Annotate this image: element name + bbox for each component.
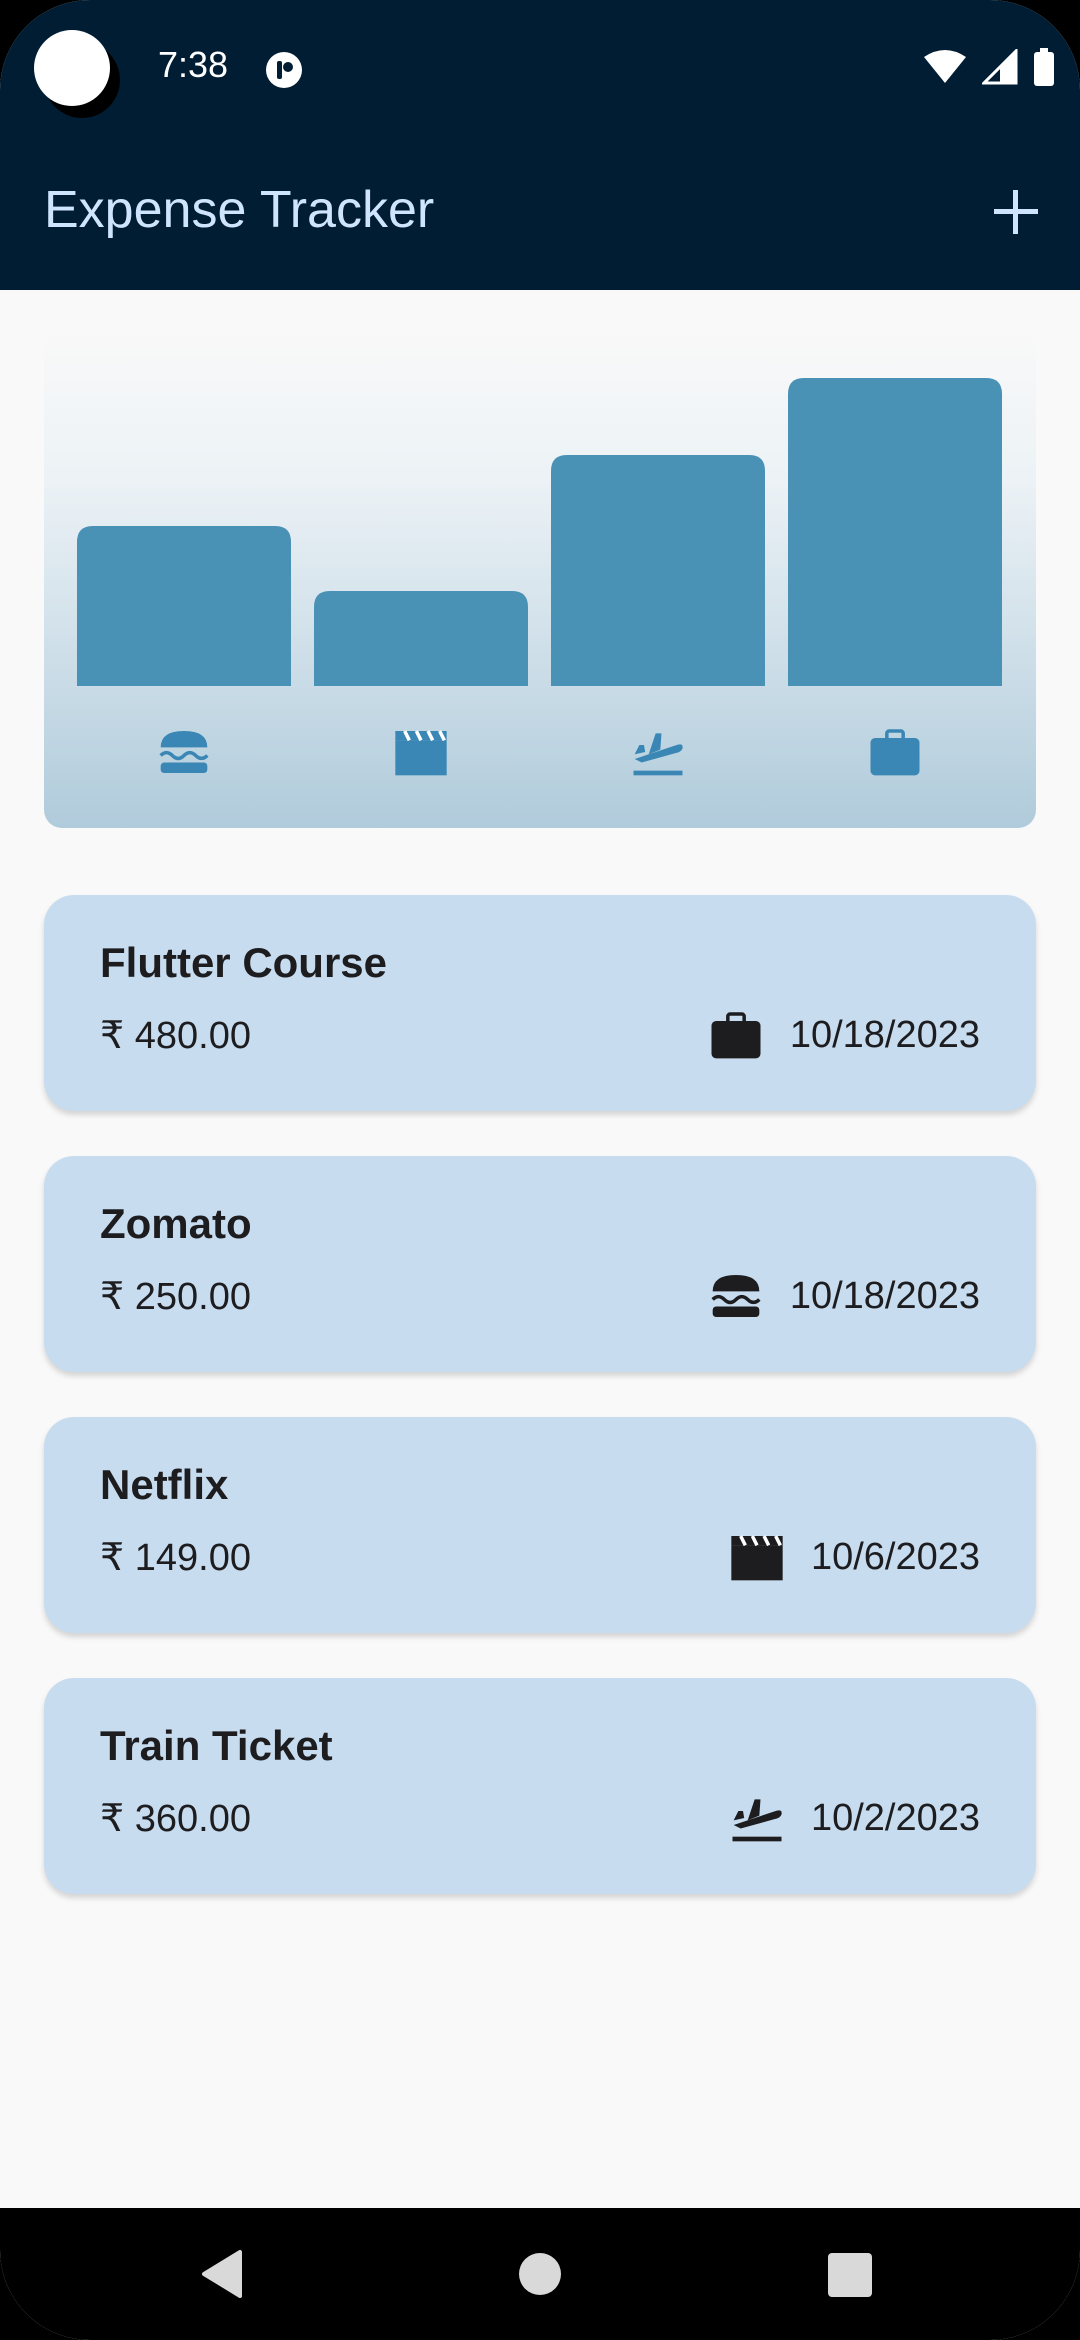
expense-title: Zomato xyxy=(100,1200,252,1247)
airplane-departure-icon xyxy=(633,733,683,776)
status-icons xyxy=(922,48,1056,86)
expense-amount: ₹ 149.00 xyxy=(100,1537,251,1579)
expense-date: 10/18/2023 xyxy=(789,1013,980,1056)
phone-screen: 7:38 Expense Tracker Flutter Course ₹ 48… xyxy=(0,0,1080,2340)
briefcase-icon xyxy=(711,1012,761,1059)
expense-meta: 10/18/2023 xyxy=(708,1007,980,1063)
recents-button[interactable] xyxy=(828,2253,872,2297)
expense-card[interactable]: Flutter Course ₹ 480.00 10/18/2023 xyxy=(44,895,1036,1111)
expense-card[interactable]: Netflix ₹ 149.00 10/6/2023 xyxy=(44,1417,1036,1633)
burger-icon xyxy=(159,731,209,773)
app-title: Expense Tracker xyxy=(44,181,435,239)
expense-date: 10/2/2023 xyxy=(810,1796,980,1839)
expense-date: 10/18/2023 xyxy=(789,1274,980,1317)
expense-amount: ₹ 250.00 xyxy=(100,1276,251,1318)
expense-meta: 10/2/2023 xyxy=(729,1790,980,1846)
system-nav-bar xyxy=(0,2208,1080,2340)
movie-clapper-icon xyxy=(731,1535,783,1581)
plus-icon[interactable] xyxy=(986,182,1046,242)
chart-bar-food xyxy=(77,526,291,686)
expense-meta: 10/6/2023 xyxy=(729,1529,980,1585)
expense-amount: ₹ 360.00 xyxy=(100,1798,251,1840)
expense-title: Flutter Course xyxy=(100,939,388,986)
front-camera xyxy=(34,30,110,106)
expense-chart xyxy=(44,330,1036,828)
chart-bar-work xyxy=(788,378,1002,686)
signal-icon xyxy=(982,49,1018,85)
expense-amount: ₹ 480.00 xyxy=(100,1015,251,1057)
notification-app-icon xyxy=(266,52,302,88)
chart-bar-travel xyxy=(551,455,765,686)
expense-title: Netflix xyxy=(100,1461,229,1508)
wifi-icon xyxy=(924,50,966,83)
status-time: 7:38 xyxy=(158,44,229,85)
expense-card[interactable]: Zomato ₹ 250.00 10/18/2023 xyxy=(44,1156,1036,1372)
home-button[interactable] xyxy=(519,2253,561,2295)
expense-meta: 10/18/2023 xyxy=(708,1268,980,1324)
briefcase-icon xyxy=(870,729,920,776)
airplane-departure-icon xyxy=(732,1799,782,1842)
app-bar: 7:38 Expense Tracker xyxy=(0,0,1080,290)
back-icon[interactable] xyxy=(200,2248,244,2300)
movie-clapper-icon xyxy=(395,730,447,776)
expense-list: Flutter Course ₹ 480.00 10/18/2023 Zomato ₹… xyxy=(44,895,1036,1939)
chart-bar-leisure xyxy=(314,591,528,686)
burger-icon xyxy=(711,1275,761,1317)
expense-date: 10/6/2023 xyxy=(810,1535,980,1578)
expense-title: Train Ticket xyxy=(100,1722,333,1769)
expense-card[interactable]: Train Ticket ₹ 360.00 10/2/2023 xyxy=(44,1678,1036,1894)
battery-icon xyxy=(1034,48,1054,86)
